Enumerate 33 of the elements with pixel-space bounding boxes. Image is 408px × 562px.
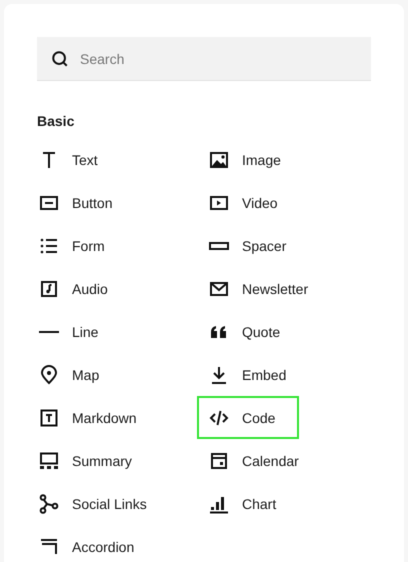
section-heading: Basic (37, 113, 76, 129)
summary-icon (39, 450, 59, 470)
block-item[interactable]: Map (37, 353, 197, 396)
markdown-icon (39, 408, 59, 428)
music-note-icon (39, 278, 59, 298)
block-item[interactable]: Audio (37, 267, 197, 310)
block-item[interactable]: Newsletter (197, 267, 318, 310)
block-item[interactable]: Code (197, 396, 299, 439)
block-item[interactable]: Summary (37, 439, 197, 482)
block-item[interactable]: Markdown (37, 396, 197, 439)
download-icon (209, 364, 229, 384)
search-field[interactable]: Search (37, 37, 371, 81)
block-item[interactable]: Line (37, 310, 197, 353)
block-item[interactable]: Quote (197, 310, 299, 353)
line-icon (39, 330, 59, 332)
block-item[interactable]: Text (37, 138, 197, 181)
block-item[interactable]: Chart (197, 482, 299, 525)
calendar-icon (209, 450, 229, 470)
block-item[interactable]: Image (197, 138, 299, 181)
block-item[interactable]: Form (37, 224, 197, 267)
search-icon (51, 50, 69, 68)
share-icon (39, 494, 59, 514)
block-item[interactable]: Spacer (197, 224, 299, 267)
block-item[interactable]: Embed (197, 353, 299, 396)
block-item[interactable]: Accordion (37, 525, 197, 562)
list-icon (39, 236, 59, 256)
block-item[interactable]: Calendar (197, 439, 309, 482)
block-item[interactable]: Video (197, 181, 299, 224)
image-icon (209, 150, 229, 170)
block-item[interactable]: Button (37, 181, 197, 224)
block-item[interactable]: Social Links (37, 482, 197, 525)
map-pin-icon (39, 364, 59, 384)
accordion-icon (39, 536, 59, 556)
